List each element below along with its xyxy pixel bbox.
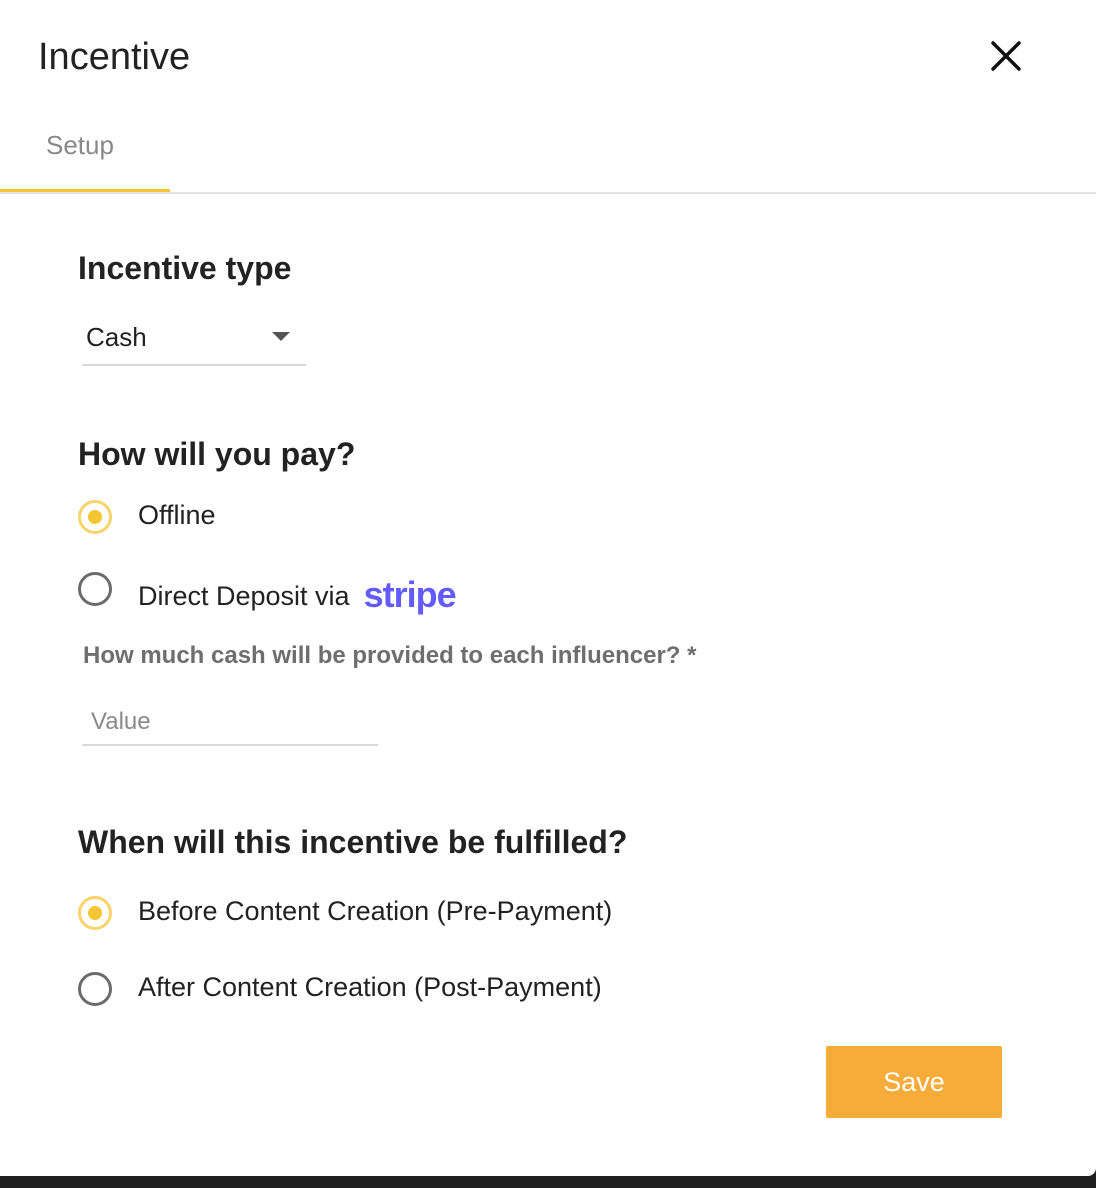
radio-unchecked-icon bbox=[78, 572, 112, 606]
payment-method-heading: How will you pay? bbox=[78, 436, 356, 472]
cash-amount-label: How much cash will be provided to each i… bbox=[83, 642, 697, 669]
radio-checked-icon bbox=[78, 500, 112, 534]
incentive-type-value: Cash bbox=[86, 322, 147, 352]
dialog-title: Incentive bbox=[38, 36, 191, 78]
tab-setup-label: Setup bbox=[46, 130, 114, 160]
radio-post-payment-label: After Content Creation (Post-Payment) bbox=[138, 972, 602, 1002]
fulfillment-heading: When will this incentive be fulfilled? bbox=[78, 824, 628, 860]
radio-direct-deposit-label: Direct Deposit via bbox=[138, 581, 350, 611]
incentive-dialog: Incentive Setup Incentive type Cash How … bbox=[0, 0, 1096, 1176]
caret-down-icon bbox=[272, 332, 290, 341]
close-icon bbox=[991, 41, 1021, 71]
tab-setup[interactable]: Setup bbox=[0, 112, 170, 192]
close-button[interactable] bbox=[984, 34, 1028, 78]
radio-checked-icon bbox=[78, 896, 112, 930]
tab-divider bbox=[0, 192, 1096, 194]
radio-unchecked-icon bbox=[78, 972, 112, 1006]
radio-direct-deposit-text: Direct Deposit via stripe bbox=[138, 574, 457, 616]
cash-amount-input[interactable] bbox=[82, 700, 378, 746]
radio-pre-payment-label: Before Content Creation (Pre-Payment) bbox=[138, 896, 613, 926]
stripe-logo: stripe bbox=[363, 574, 457, 615]
save-button[interactable]: Save bbox=[826, 1046, 1002, 1118]
incentive-type-heading: Incentive type bbox=[78, 250, 292, 286]
radio-offline-label: Offline bbox=[138, 500, 216, 530]
incentive-type-select[interactable]: Cash bbox=[82, 318, 306, 366]
